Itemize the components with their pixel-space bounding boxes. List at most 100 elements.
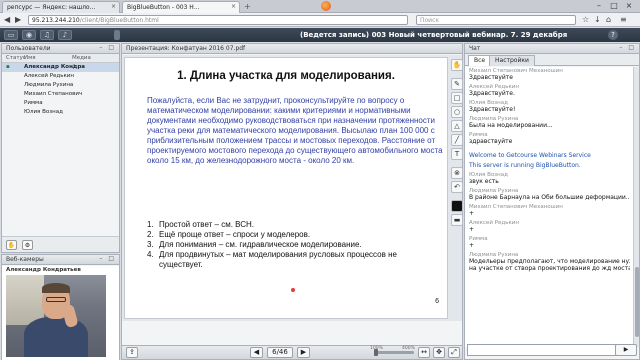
user-row[interactable]: Алексей Редькин bbox=[2, 72, 119, 81]
zoom-max-label: 400% bbox=[402, 346, 415, 351]
maximize-icon[interactable]: □ bbox=[607, 1, 621, 11]
address-bar[interactable]: 95.213.244.210/client/BigBlueButton.html bbox=[28, 15, 408, 25]
column-name[interactable]: Имя bbox=[24, 55, 36, 61]
slide: 1. Длина участка для моделирования. Пожа… bbox=[124, 57, 448, 319]
browser-tab-2[interactable]: BigBlueButton - 003 Н... × bbox=[122, 1, 240, 13]
browser-nav-bar: ◀ ▶ 95.213.244.210/client/BigBlueButton.… bbox=[0, 13, 640, 27]
slide-paragraph: Пожалуйста, если Вас не затруднит, проко… bbox=[147, 96, 443, 165]
text-tool-icon[interactable]: T bbox=[451, 148, 463, 160]
user-row[interactable]: Юлия Вознад bbox=[2, 108, 119, 117]
webcam-user-name: Александр Кондратьев bbox=[6, 267, 81, 273]
download-icon[interactable]: ↓ bbox=[594, 15, 601, 24]
user-row[interactable]: Людмила Рухина bbox=[2, 81, 119, 90]
zoom-knob[interactable] bbox=[374, 349, 378, 356]
close-window-icon[interactable]: × bbox=[622, 1, 636, 11]
headset-icon[interactable]: ♫ bbox=[40, 30, 54, 40]
chat-message: Юлия Вознад Здравствуйте! bbox=[469, 100, 516, 113]
settings-icon[interactable]: ⚙ bbox=[22, 240, 33, 250]
page-indicator[interactable]: 6/46 bbox=[267, 347, 293, 358]
home-icon[interactable]: ⌂ bbox=[606, 15, 611, 24]
panel-controls-icon[interactable]: – □ bbox=[99, 255, 116, 262]
hand-tool-icon[interactable]: ✋ bbox=[451, 59, 463, 71]
chat-title: Чат bbox=[469, 45, 481, 52]
webcam-video[interactable] bbox=[6, 275, 106, 357]
close-icon[interactable]: × bbox=[231, 3, 236, 10]
scroll-thumb[interactable] bbox=[635, 267, 639, 337]
url-path: /client/BigBlueButton.html bbox=[79, 17, 159, 24]
webcam-title: Веб-камеры bbox=[6, 256, 44, 263]
minimize-icon[interactable]: – bbox=[592, 1, 606, 11]
chat-message: This server is running BigBlueButton. bbox=[465, 161, 634, 171]
laser-pointer bbox=[291, 288, 295, 292]
chat-message: Михаил Степанович Механошин Здравствуйте bbox=[469, 68, 563, 81]
search-placeholder: Поиск bbox=[420, 17, 440, 24]
color-picker-icon[interactable] bbox=[451, 200, 463, 212]
microphone-icon[interactable]: ♪ bbox=[58, 30, 72, 40]
tab-settings[interactable]: Настройки bbox=[489, 55, 535, 66]
user-row[interactable]: Римма bbox=[2, 99, 119, 108]
rectangle-tool-icon[interactable]: □ bbox=[451, 92, 463, 104]
user-row[interactable]: Михаил Степанович bbox=[2, 90, 119, 99]
help-icon[interactable]: ? bbox=[608, 30, 618, 40]
fullscreen-icon[interactable]: ⤢ bbox=[448, 347, 460, 358]
webcam-panel-header: Веб-камеры – □ bbox=[2, 255, 119, 265]
new-tab-icon[interactable]: + bbox=[244, 2, 251, 11]
tab-all[interactable]: Все bbox=[468, 55, 492, 66]
mic-icon: ♪ bbox=[72, 64, 76, 70]
chat-message: Алексей Редькин Здравствуйте. bbox=[469, 84, 519, 97]
column-media[interactable]: Медиа bbox=[72, 55, 91, 61]
chat-header: Чат – □ bbox=[465, 44, 639, 54]
fit-page-icon[interactable]: ✥ bbox=[433, 347, 445, 358]
browser-tab-bar: репсурс — Яндекс: нашло... × BigBlueButt… bbox=[0, 0, 640, 13]
chat-message: Людмила Рухина Была на моделировании... bbox=[469, 116, 553, 129]
line-tool-icon[interactable]: ╱ bbox=[451, 134, 463, 146]
chat-message-input[interactable] bbox=[467, 344, 625, 356]
list-item: 1. Простой ответ – см. ВСН. bbox=[147, 220, 254, 229]
panel-controls-icon[interactable]: – □ bbox=[619, 44, 636, 51]
zoom-slider[interactable] bbox=[374, 349, 414, 356]
panel-controls-icon[interactable]: – □ bbox=[99, 44, 116, 51]
firefox-logo-icon bbox=[321, 1, 331, 11]
back-icon[interactable]: ◀ bbox=[4, 15, 10, 24]
pencil-tool-icon[interactable]: ✎ bbox=[451, 78, 463, 90]
user-name: Римма bbox=[24, 100, 43, 106]
raise-hand-icon[interactable]: ✋ bbox=[6, 240, 17, 250]
user-name: Алексей Редькин bbox=[24, 73, 74, 79]
close-icon[interactable]: × bbox=[111, 3, 116, 10]
chat-scrollbar[interactable] bbox=[633, 67, 639, 347]
presentation-title: Презентация: Конфатуан 2016 07.pdf bbox=[126, 45, 246, 52]
list-item: 4. Для продвинутых – мат моделирования ру… bbox=[147, 250, 397, 269]
presentation-header: Презентация: Конфатуан 2016 07.pdf bbox=[122, 44, 462, 54]
chat-message: Welcome to Getcourse Webinars Service bbox=[469, 152, 591, 159]
menu-icon[interactable]: ≡ bbox=[620, 15, 627, 24]
next-slide-icon[interactable]: ▶ bbox=[297, 347, 310, 358]
send-button[interactable]: ▶ bbox=[615, 344, 637, 356]
column-status[interactable]: Статус bbox=[6, 55, 26, 61]
share-desktop-icon[interactable]: ▭ bbox=[4, 30, 18, 40]
chat-message: Римма здравствуйте bbox=[469, 132, 513, 145]
presentation-footer: ⇪ ◀ 6/46 ▶ 100% 400% ↔ ✥ ⤢ bbox=[122, 345, 462, 359]
user-row[interactable]: ▪ Александр Кондра ♪ bbox=[2, 63, 119, 72]
search-input[interactable]: Поиск bbox=[416, 15, 576, 25]
upload-icon[interactable]: ⇪ bbox=[126, 347, 138, 358]
webcam-area: Александр Кондратьев bbox=[2, 266, 119, 360]
chat-message: Людмила Рухина В районе Барнаула на Оби б… bbox=[469, 188, 630, 201]
prev-slide-icon[interactable]: ◀ bbox=[250, 347, 263, 358]
browser-tab-1[interactable]: репсурс — Яндекс: нашло... × bbox=[2, 1, 120, 13]
meeting-title: (Ведется запись) 003 Новый четвертовый в… bbox=[300, 31, 568, 39]
ellipse-tool-icon[interactable]: ○ bbox=[451, 106, 463, 118]
users-title: Пользователи bbox=[6, 45, 51, 52]
clear-icon[interactable]: ⊗ bbox=[451, 167, 463, 179]
thickness-icon[interactable]: ▬ bbox=[451, 214, 463, 226]
triangle-tool-icon[interactable]: △ bbox=[451, 120, 463, 132]
fit-width-icon[interactable]: ↔ bbox=[418, 347, 430, 358]
forward-icon[interactable]: ▶ bbox=[15, 15, 21, 24]
chat-message: Юлия Вознад звук есть bbox=[469, 172, 508, 185]
tab-label: BigBlueButton - 003 Н... bbox=[127, 4, 200, 11]
undo-icon[interactable]: ↶ bbox=[451, 181, 463, 193]
users-footer: ✋ ⚙ bbox=[2, 236, 119, 252]
star-icon[interactable]: ☆ bbox=[582, 15, 589, 24]
user-name: Михаил Степанович bbox=[24, 91, 83, 97]
webcam-icon[interactable]: ◉ bbox=[22, 30, 36, 40]
server-link[interactable]: This server is running BigBlueButton. bbox=[469, 162, 630, 169]
